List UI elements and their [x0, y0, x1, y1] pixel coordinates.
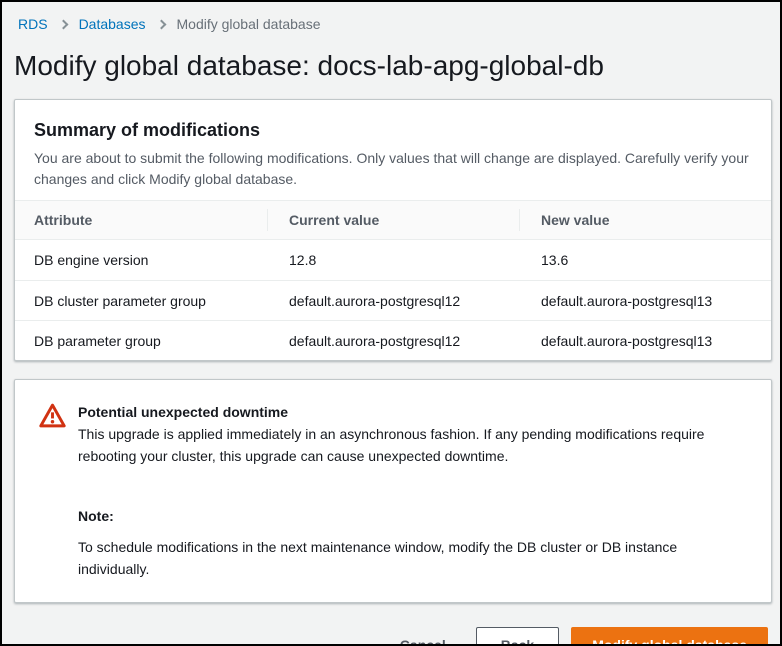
warning-text-block: Potential unexpected downtime This upgra…: [78, 401, 738, 580]
table-row-db-cluster-parameter-group: DB cluster parameter group default.auror…: [15, 280, 771, 320]
table-header-row: Attribute Current value New value: [15, 200, 771, 240]
column-header-current-value: Current value: [267, 201, 519, 239]
table-row-db-parameter-group: DB parameter group default.aurora-postgr…: [15, 320, 771, 360]
table-row-db-engine-version: DB engine version 12.8 13.6: [15, 240, 771, 280]
modifications-table: Attribute Current value New value DB eng…: [15, 200, 771, 360]
cell-current-value: 12.8: [267, 240, 519, 280]
cancel-button[interactable]: Cancel: [400, 631, 446, 646]
page-title: Modify global database: docs-lab-apg-glo…: [14, 49, 768, 83]
warning-triangle-icon: [39, 402, 66, 580]
note-body: To schedule modifications in the next ma…: [78, 536, 738, 580]
cell-attribute: DB cluster parameter group: [15, 281, 267, 320]
warning-body: This upgrade is applied immediately in a…: [78, 423, 738, 467]
modify-global-database-button[interactable]: Modify global database: [571, 627, 768, 646]
summary-card: Summary of modifications You are about t…: [14, 99, 772, 361]
cell-new-value: 13.6: [519, 240, 771, 280]
rds-modify-global-database-page: RDS Databases Modify global database Mod…: [0, 0, 782, 646]
cell-new-value: default.aurora-postgresql13: [519, 281, 771, 320]
summary-card-title: Summary of modifications: [34, 118, 751, 142]
breadcrumb-current-page: Modify global database: [177, 14, 321, 34]
cell-current-value: default.aurora-postgresql12: [267, 281, 519, 320]
cell-new-value: default.aurora-postgresql13: [519, 321, 771, 360]
breadcrumb: RDS Databases Modify global database: [2, 2, 780, 34]
cell-attribute: DB engine version: [15, 240, 267, 280]
cell-attribute: DB parameter group: [15, 321, 267, 360]
cell-current-value: default.aurora-postgresql12: [267, 321, 519, 360]
breadcrumb-link-databases[interactable]: Databases: [79, 14, 146, 34]
chevron-right-icon: [58, 19, 68, 29]
chevron-right-icon: [156, 19, 166, 29]
breadcrumb-link-rds[interactable]: RDS: [18, 14, 48, 34]
warning-title: Potential unexpected downtime: [78, 401, 738, 423]
summary-card-header: Summary of modifications You are about t…: [15, 100, 771, 200]
warning-content: Potential unexpected downtime This upgra…: [15, 380, 771, 602]
column-header-attribute: Attribute: [15, 201, 267, 239]
column-header-new-value: New value: [519, 201, 771, 239]
back-button[interactable]: Back: [476, 627, 559, 646]
note-title: Note:: [78, 505, 738, 527]
action-bar: Cancel Back Modify global database: [14, 627, 768, 646]
warning-card: Potential unexpected downtime This upgra…: [14, 379, 772, 603]
summary-card-description: You are about to submit the following mo…: [34, 148, 751, 190]
